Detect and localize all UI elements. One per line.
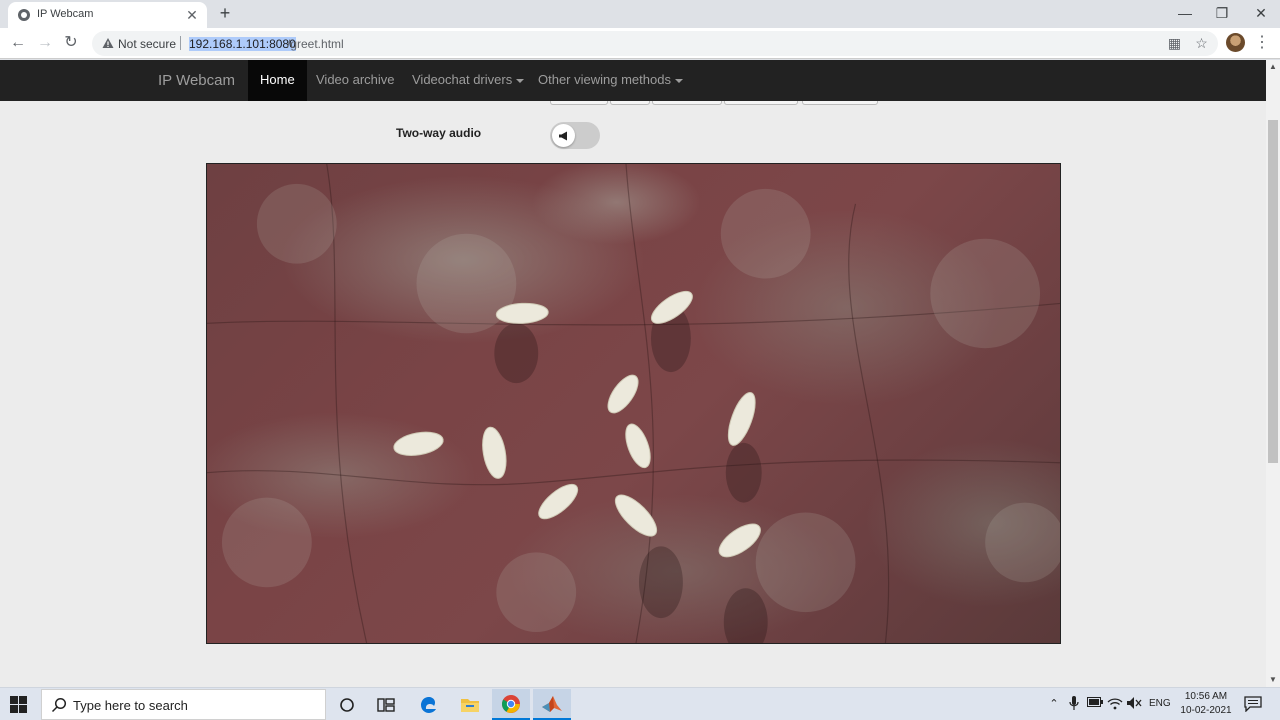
webcam-video-feed[interactable] (206, 163, 1061, 644)
reload-icon[interactable]: ↻ (60, 32, 82, 54)
edge-browser-icon[interactable] (410, 689, 448, 720)
browser-tab-strip: IP Webcam ✕ + — ❐ ✕ (0, 0, 1280, 28)
forward-icon[interactable]: → (34, 32, 56, 54)
close-tab-icon[interactable]: ✕ (183, 6, 201, 24)
chevron-down-icon (516, 78, 525, 83)
clock-date: 10-02-2021 (1180, 705, 1232, 716)
partial-button[interactable] (610, 101, 650, 105)
nav-other-viewing-methods[interactable]: Other viewing methods (526, 60, 695, 101)
input-language[interactable]: ENG (1149, 698, 1171, 709)
nav-videochat-drivers[interactable]: Videochat drivers (400, 60, 536, 101)
taskbar-clock[interactable]: 10:56 AM 10-02-2021 (1175, 690, 1237, 718)
action-center-icon[interactable] (1244, 696, 1262, 712)
partial-button[interactable] (652, 101, 722, 105)
show-hidden-icons-chevron-icon[interactable]: ⌃ (1046, 696, 1062, 712)
bookmark-star-icon[interactable]: ☆ (1193, 35, 1210, 52)
nav-video-archive-label: Video archive (316, 72, 395, 87)
search-icon (51, 697, 67, 713)
chrome-icon[interactable] (492, 689, 530, 720)
browser-menu-icon[interactable]: ⋮ (1254, 32, 1270, 54)
two-way-audio-label: Two-way audio (396, 126, 482, 140)
nav-home-label: Home (260, 72, 295, 87)
new-tab-icon[interactable]: + (215, 3, 235, 23)
nav-home[interactable]: Home (248, 60, 307, 101)
warning-icon (102, 38, 114, 48)
top-navbar: IP Webcam Home Video archive Videochat d… (0, 60, 1266, 101)
nav-video-archive[interactable]: Video archive (304, 60, 407, 101)
nav-videochat-drivers-label: Videochat drivers (412, 72, 513, 87)
wifi-icon[interactable] (1107, 696, 1123, 712)
scroll-up-arrow-icon[interactable]: ▲ (1266, 60, 1280, 74)
video-frame (207, 164, 1060, 643)
clock-time: 10:56 AM (1184, 691, 1228, 702)
webcam-favicon-icon (18, 9, 30, 21)
search-placeholder: Type here to search (73, 698, 188, 713)
partial-button[interactable] (802, 101, 878, 105)
url-path[interactable]: /greet.html (287, 37, 344, 51)
microphone-icon[interactable] (1066, 696, 1082, 712)
volume-muted-icon[interactable] (1126, 696, 1142, 712)
scrollbar-thumb[interactable] (1268, 120, 1278, 463)
battery-icon[interactable] (1087, 696, 1103, 712)
windows-taskbar: Type here to search ⌃ ENG 10:56 AM 10-02… (0, 687, 1280, 720)
task-view-icon[interactable] (367, 689, 405, 720)
toggle-knob (552, 124, 575, 147)
browser-toolbar: ← → ↻ Not secure 192.168.1.101:8080 /gre… (0, 28, 1280, 59)
page-scrollbar[interactable]: ▲ ▼ (1266, 60, 1280, 687)
megaphone-icon (559, 131, 567, 141)
nav-other-viewing-methods-label: Other viewing methods (538, 72, 671, 87)
partial-button[interactable] (724, 101, 798, 105)
tab-title: IP Webcam (37, 8, 94, 20)
profile-avatar[interactable] (1226, 33, 1245, 52)
two-way-audio-toggle[interactable] (550, 122, 600, 149)
minimize-icon[interactable]: — (1166, 0, 1204, 28)
cortana-icon[interactable] (328, 689, 366, 720)
brand-link[interactable]: IP Webcam (158, 72, 235, 89)
web-page: IP Webcam Home Video archive Videochat d… (0, 60, 1280, 687)
not-secure-label[interactable]: Not secure (118, 37, 176, 51)
back-icon[interactable]: ← (7, 32, 29, 54)
matlab-icon[interactable] (533, 689, 571, 720)
omnibox-separator (180, 36, 181, 50)
partial-button[interactable] (550, 101, 608, 105)
windows-start-icon[interactable] (10, 696, 27, 713)
translate-icon[interactable]: ▦ (1166, 35, 1183, 52)
browser-tab[interactable]: IP Webcam ✕ (8, 2, 207, 28)
address-bar[interactable]: Not secure 192.168.1.101:8080 /greet.htm… (92, 31, 1218, 56)
chevron-down-icon (674, 78, 683, 83)
taskbar-search-box[interactable]: Type here to search (41, 689, 326, 720)
restore-icon[interactable]: ❐ (1203, 0, 1241, 28)
scroll-down-arrow-icon[interactable]: ▼ (1266, 673, 1280, 687)
url-host[interactable]: 192.168.1.101:8080 (189, 37, 296, 51)
window-close-icon[interactable]: ✕ (1242, 0, 1280, 28)
file-explorer-icon[interactable] (451, 689, 489, 720)
